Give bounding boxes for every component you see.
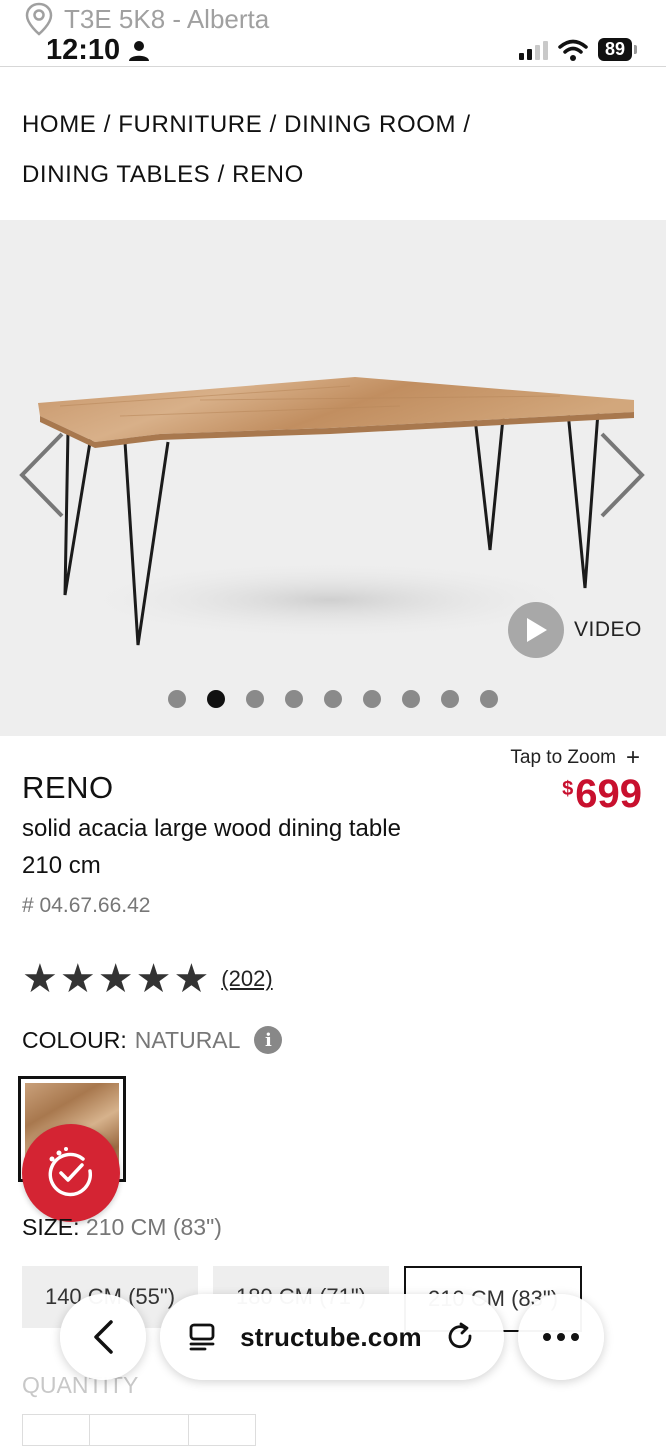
gallery-dot[interactable] [480,690,498,708]
battery-icon: 89 [597,38,638,61]
description-line-2: 210 cm [22,852,101,879]
info-icon[interactable]: i [254,1026,283,1054]
tap-to-zoom-label: Tap to Zoom [510,747,616,768]
product-sku: # 04.67.66.42 [22,894,151,917]
url-text[interactable]: structube.com [240,1322,422,1353]
breadcrumb-reno: RENO [232,161,304,188]
plus-icon: + [625,744,640,771]
chevron-left-icon[interactable] [16,430,66,520]
colour-selector-label: COLOUR: NATURAL i [22,1026,283,1054]
tabs-icon[interactable] [188,1322,216,1352]
address-bar[interactable]: structube.com [160,1294,504,1380]
product-price: $699 [562,772,642,817]
quantity-stepper[interactable] [22,1414,256,1446]
breadcrumb-dining-tables[interactable]: DINING TABLES [22,161,210,188]
gallery-dot[interactable] [402,690,420,708]
chevron-right-icon[interactable] [598,430,648,520]
promo-check-icon [48,1147,93,1197]
wifi-icon [558,39,588,61]
video-label: VIDEO [574,618,642,641]
review-count-link[interactable]: (202) [221,966,272,992]
gallery-dot[interactable] [285,690,303,708]
video-button[interactable]: VIDEO [508,602,642,658]
size-selector-label: SIZE: 210 CM (83") [22,1214,222,1241]
gallery-dot[interactable] [168,690,186,708]
star-icon: ★ [59,957,96,1001]
gallery-dot[interactable] [246,690,264,708]
breadcrumb-furniture[interactable]: FURNITURE [118,111,262,138]
rating-stars: ★ ★ ★ ★ ★ [22,958,209,1000]
product-image [38,377,634,646]
person-icon [129,40,150,61]
product-rating[interactable]: ★ ★ ★ ★ ★ (202) [22,958,273,1000]
breadcrumb-separator: / [463,111,471,138]
time-text: 12:10 [46,34,121,66]
more-button[interactable] [518,1294,604,1380]
gallery-dot[interactable] [324,690,342,708]
price-value: 699 [575,772,642,816]
location-pin-icon [25,2,53,36]
currency-symbol: $ [562,778,574,800]
colour-label: COLOUR: [22,1026,127,1053]
signal-icon [518,40,548,60]
gallery-dot[interactable] [363,690,381,708]
tap-to-zoom[interactable]: Tap to Zoom + [510,744,640,772]
system-icons: 89 [518,38,638,61]
promo-badge-button[interactable] [22,1124,120,1222]
product-description: solid acacia large wood dining table 210… [22,810,442,884]
back-button[interactable] [60,1294,146,1380]
reload-icon[interactable] [446,1322,476,1352]
back-icon [94,1320,113,1354]
location-indicator[interactable]: T3E 5K8 - Alberta [24,2,269,36]
breadcrumb-separator: / [217,161,225,188]
breadcrumb-separator: / [103,111,111,138]
browser-toolbar: structube.com [0,1290,666,1390]
breadcrumb-separator: / [269,111,277,138]
gallery-pagination [0,690,666,708]
size-value: 210 CM (83") [85,1214,222,1240]
more-icon [543,1333,579,1341]
quantity-increment[interactable] [189,1415,255,1445]
star-icon: ★ [173,957,210,1001]
colour-value: NATURAL [134,1026,241,1053]
clock: 12:10 [46,34,150,67]
breadcrumb-dining-room[interactable]: DINING ROOM [284,111,456,138]
description-line-1: solid acacia large wood dining table [22,815,401,842]
breadcrumb-home[interactable]: HOME [22,111,96,138]
play-icon [508,602,564,658]
quantity-input[interactable] [90,1415,189,1445]
star-icon: ★ [135,957,172,1001]
gallery-dot[interactable] [207,690,225,708]
size-label: SIZE: [22,1214,80,1240]
quantity-decrement[interactable] [23,1415,90,1445]
product-gallery[interactable]: VIDEO [0,220,666,736]
product-name: RENO [22,770,114,805]
star-icon: ★ [22,957,58,1001]
star-icon: ★ [97,957,134,1001]
gallery-dot[interactable] [441,690,459,708]
location-text: T3E 5K8 - Alberta [64,3,270,34]
breadcrumb: HOME / FURNITURE / DINING ROOM / DINING … [22,100,642,200]
status-bar: T3E 5K8 - Alberta 12:10 89 [0,0,666,67]
